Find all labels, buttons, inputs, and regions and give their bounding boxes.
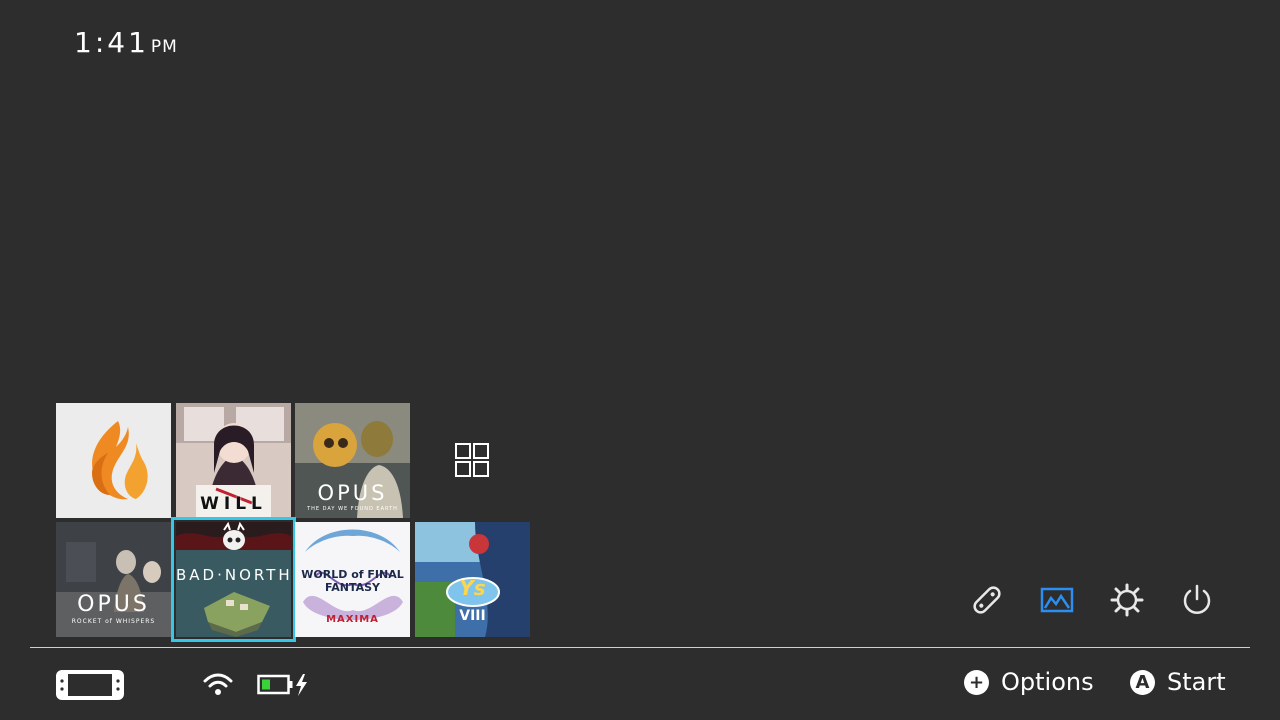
game-tile-ys-viii[interactable]: Ys VIII [415, 522, 530, 637]
options-label: Options [1001, 668, 1094, 696]
game-tile-will[interactable]: WILL [176, 403, 291, 518]
game-title-will: WILL [200, 494, 267, 514]
game-title-opus-1: OPUS [317, 481, 388, 505]
settings-icon[interactable] [1109, 582, 1145, 618]
game-tile-opus-2[interactable]: OPUS ROCKET of WHISPERS [56, 522, 171, 637]
start-label: Start [1167, 668, 1226, 696]
game-title-ys: Ys [459, 576, 486, 600]
all-software-icon[interactable] [455, 443, 489, 477]
options-hint[interactable]: + Options [964, 668, 1094, 696]
game-tile-flame[interactable] [56, 403, 171, 518]
footer-divider [30, 647, 1250, 648]
flame-logo-icon [56, 403, 171, 518]
game-tile-bad-north[interactable]: BAD·NORTH [171, 517, 296, 642]
game-title-bad-north: BAD·NORTH [176, 566, 291, 584]
clock-time: 1:41 [74, 26, 149, 59]
game-title-wofff: WORLD of FINAL FANTASY [301, 568, 404, 594]
game-subtitle-wofff: MAXIMA [326, 614, 379, 625]
start-hint[interactable]: A Start [1130, 668, 1226, 696]
game-subtitle-opus-1: THE DAY WE FOUND EARTH [307, 506, 398, 512]
console-icon [55, 669, 125, 705]
clock: 1:41 PM [74, 26, 178, 59]
a-button-icon: A [1130, 669, 1155, 695]
game-tile-world-of-final-fantasy[interactable]: WORLD of FINAL FANTASY MAXIMA [295, 522, 410, 637]
plus-button-icon: + [964, 669, 989, 695]
controllers-icon[interactable] [969, 582, 1005, 618]
wifi-icon [203, 672, 233, 702]
power-icon[interactable] [1179, 582, 1215, 618]
game-subtitle-ys: VIII [459, 608, 486, 624]
battery-charging-icon [257, 673, 309, 701]
game-subtitle-opus-2: ROCKET of WHISPERS [71, 618, 156, 625]
game-title-opus-2: OPUS [77, 592, 150, 617]
album-icon[interactable] [1039, 582, 1075, 618]
clock-ampm: PM [150, 37, 178, 57]
game-tile-opus-1[interactable]: OPUS THE DAY WE FOUND EARTH [295, 403, 410, 518]
